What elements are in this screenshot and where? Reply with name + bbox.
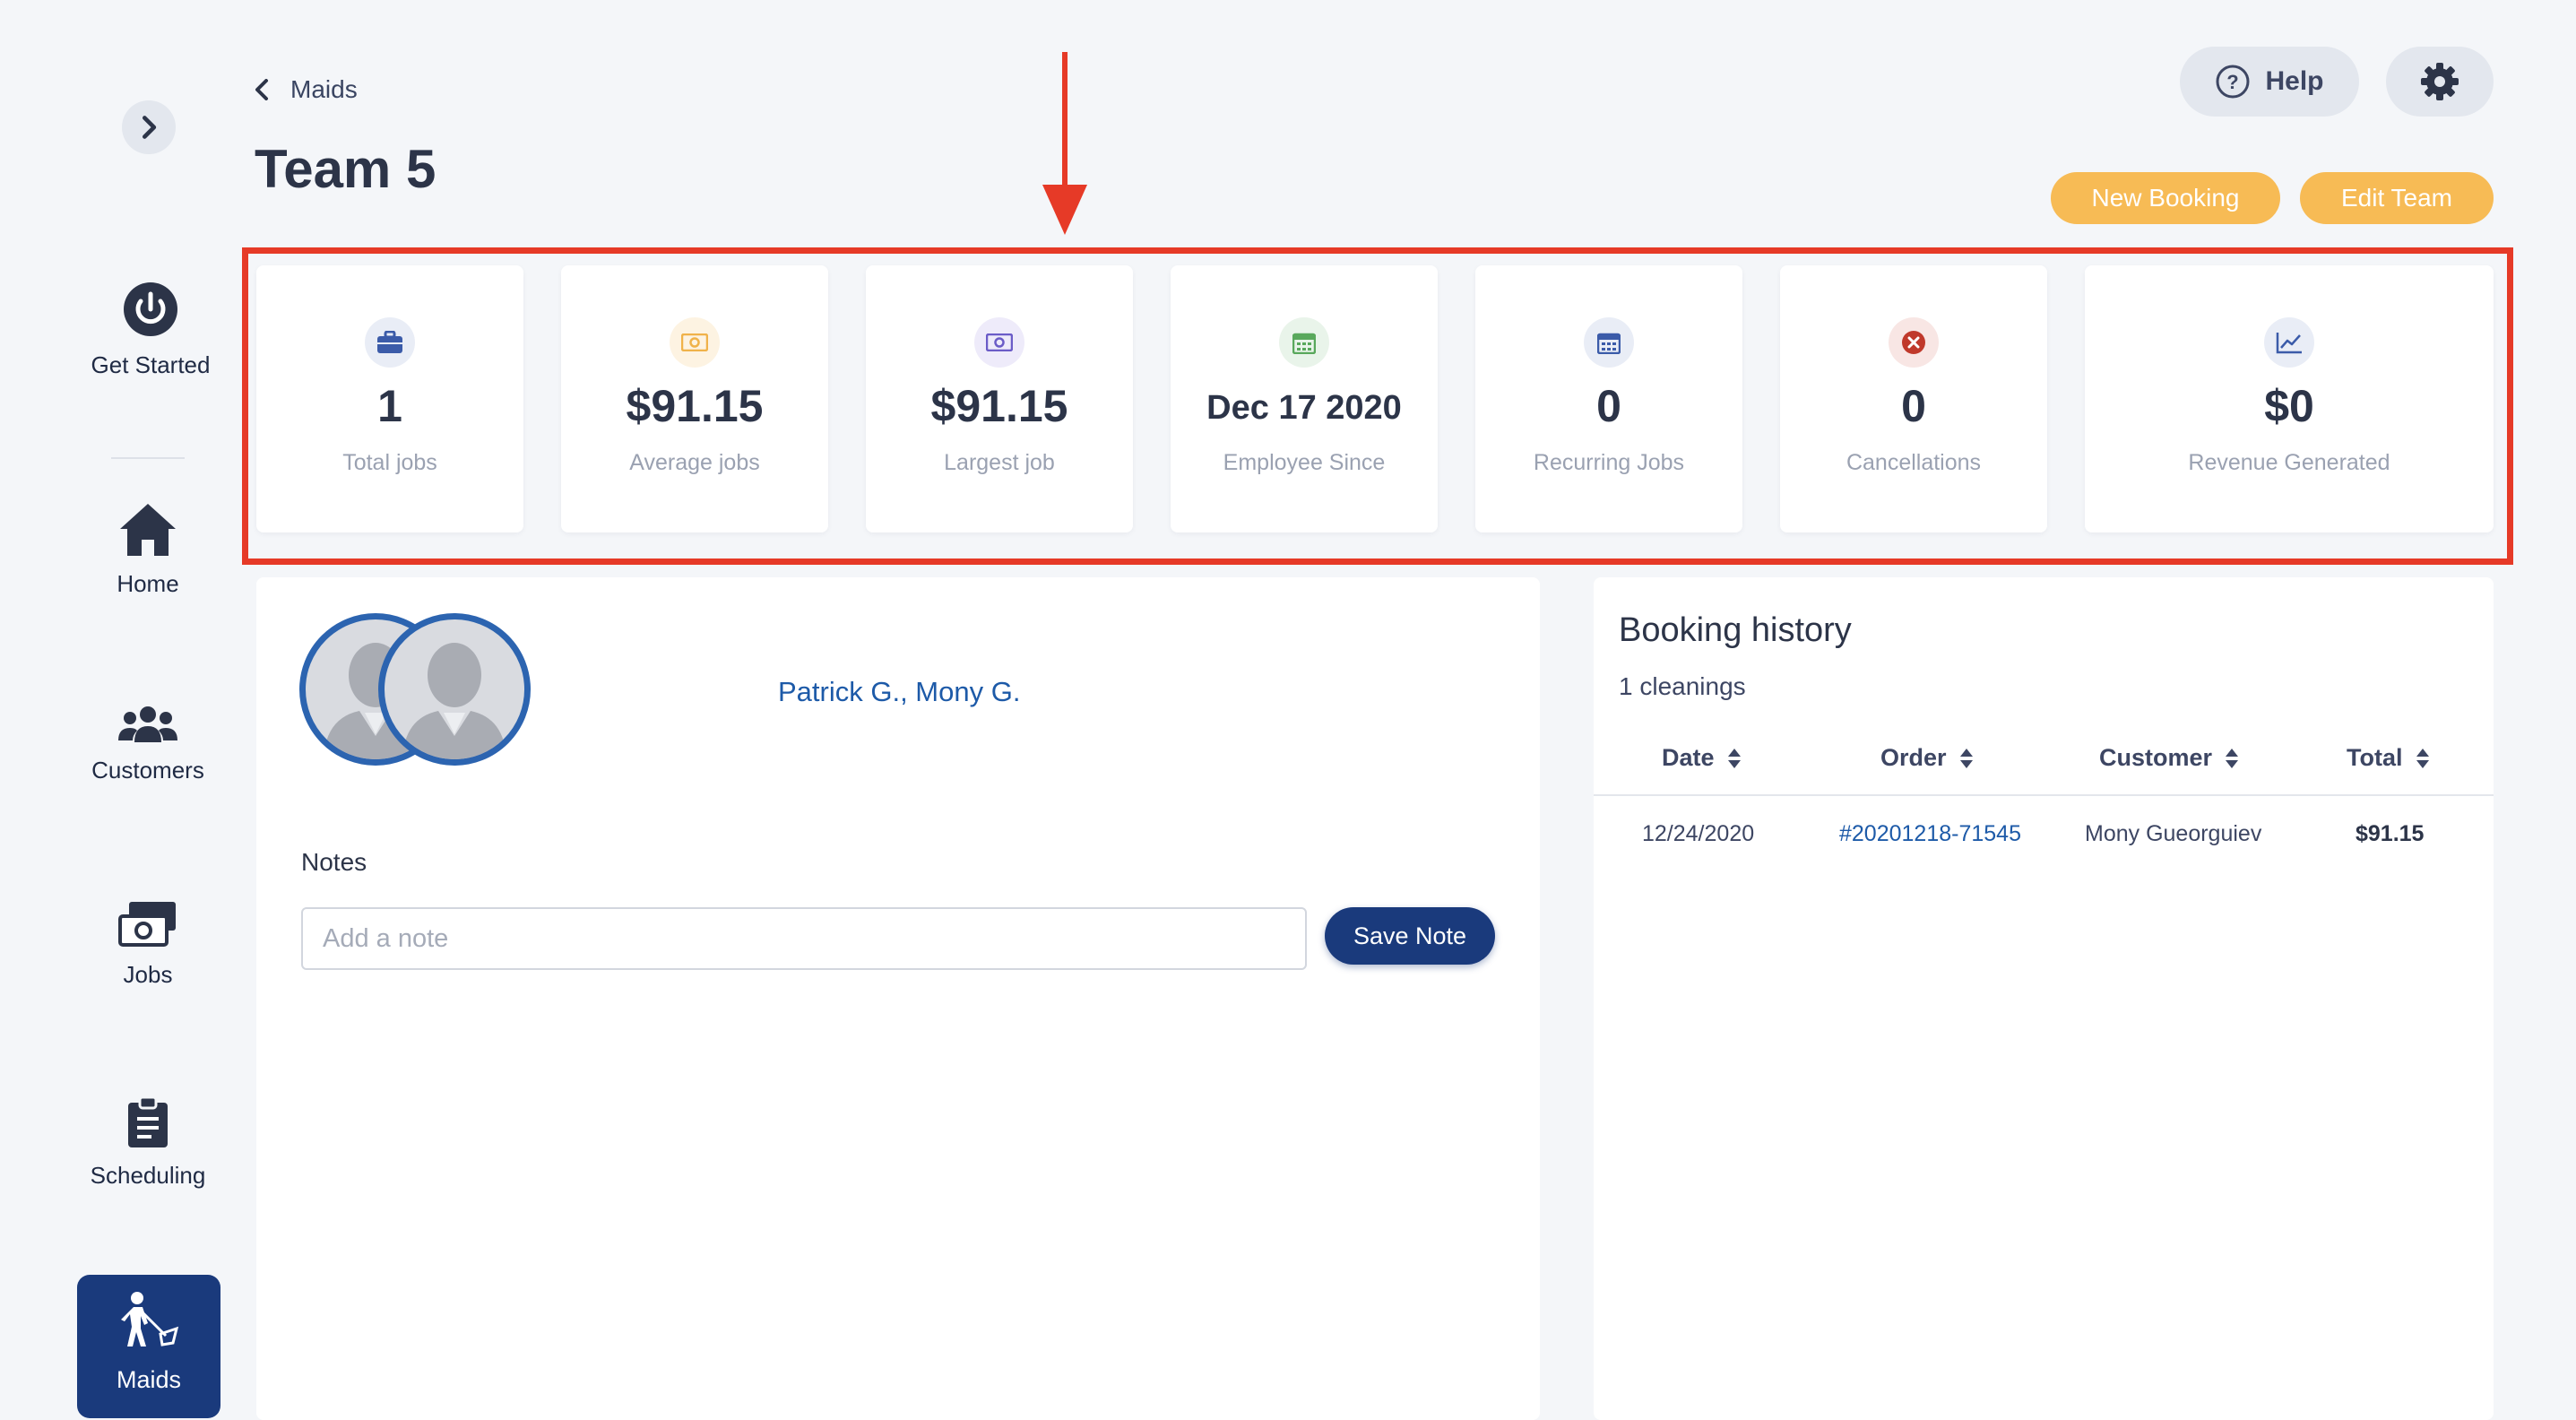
avatar [378,613,531,766]
save-note-button[interactable]: Save Note [1325,907,1495,965]
team-member-names[interactable]: Patrick G., Mony G. [778,676,1020,708]
sidebar-item-label: Maids [116,1366,182,1393]
home-icon [120,504,176,556]
settings-button[interactable] [2386,47,2494,117]
users-icon [118,706,177,742]
expand-sidebar-button[interactable] [122,100,176,154]
note-input[interactable] [301,907,1307,970]
sidebar-item-get-started[interactable]: Get Started [54,280,247,379]
money-stack-icon [118,902,176,947]
column-header-label: Date [1662,744,1715,771]
help-button[interactable]: ? Help [2180,47,2359,117]
cell-date: 12/24/2020 [1642,821,1755,846]
sidebar-item-jobs[interactable]: Jobs [54,900,242,989]
cell-customer: Mony Gueorguiev [2085,821,2262,846]
booking-count: 1 cleanings [1619,672,1746,700]
annotation-arrow [1062,52,1068,186]
cell-total: $91.15 [2356,821,2425,846]
breadcrumb[interactable]: Maids [253,75,358,104]
new-booking-button[interactable]: New Booking [2051,172,2280,224]
column-header-customer[interactable]: Customer [2099,744,2239,772]
booking-history-panel [1594,577,2494,1420]
help-label: Help [2265,66,2324,96]
sort-icon [1959,748,1973,768]
edit-team-button[interactable]: Edit Team [2300,172,2494,224]
sidebar-item-maids[interactable]: Maids [77,1275,220,1418]
sidebar-item-scheduling[interactable]: Scheduling [54,1097,242,1190]
annotation-arrow-head [1042,185,1087,235]
gear-icon [2421,63,2459,100]
sort-icon [2226,748,2239,768]
power-icon [124,282,177,336]
sidebar-item-home[interactable]: Home [54,502,242,598]
booking-history-title: Booking history [1619,611,1852,649]
sidebar: Get Started Home Customers Jobs Scheduli… [0,0,220,1420]
page-title: Team 5 [255,139,437,199]
column-header-label: Total [2347,744,2403,771]
sort-icon [1727,748,1741,768]
order-link[interactable]: #20201218-71545 [1839,821,2021,847]
table-divider [1594,794,2494,796]
clipboard-icon [128,1097,168,1147]
column-header-label: Order [1880,744,1947,771]
sidebar-divider [111,457,185,459]
chevron-right-icon [143,116,157,139]
svg-text:?: ? [2227,71,2239,93]
chevron-left-icon [255,79,268,100]
sidebar-item-label: Get Started [91,351,211,378]
sidebar-item-label: Home [117,570,179,597]
annotation-highlight-box [242,247,2513,565]
notes-label: Notes [301,848,367,876]
sidebar-item-customers[interactable]: Customers [54,705,242,784]
person-silhouette-icon [402,643,506,759]
maid-icon [121,1292,179,1346]
sort-icon [2416,748,2429,768]
sidebar-item-label: Customers [91,757,204,784]
column-header-date[interactable]: Date [1662,744,1742,772]
sidebar-item-label: Jobs [123,961,173,988]
breadcrumb-label[interactable]: Maids [290,75,358,104]
question-circle-icon: ? [2216,65,2250,99]
column-header-label: Customer [2099,744,2213,771]
column-header-order[interactable]: Order [1880,744,1974,772]
column-header-total[interactable]: Total [2347,744,2430,772]
sidebar-item-label: Scheduling [90,1162,206,1189]
